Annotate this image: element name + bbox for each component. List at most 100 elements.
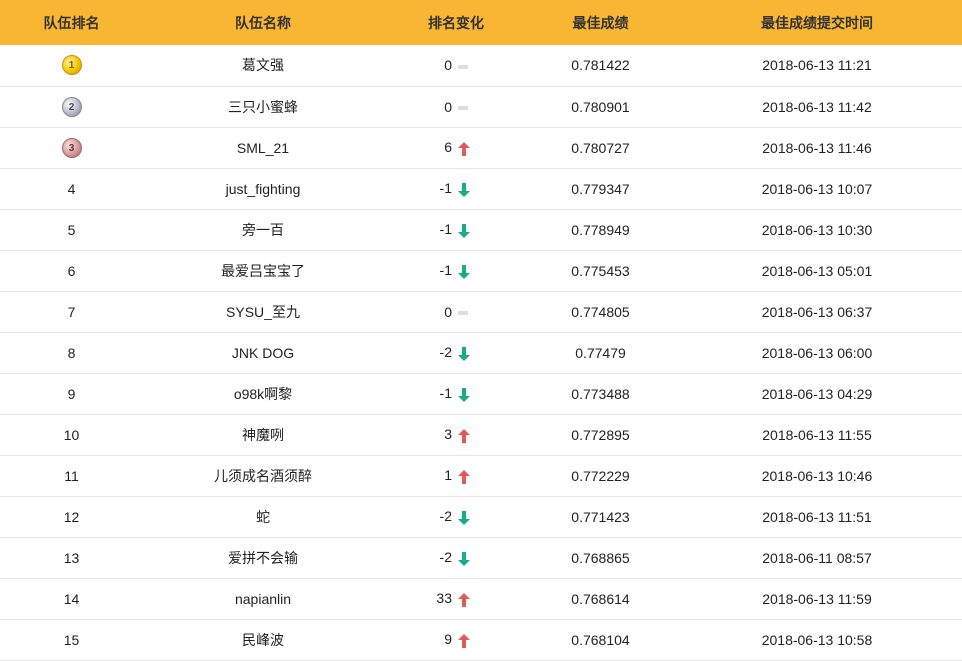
rank-change-cell: -2	[383, 496, 529, 537]
rank-change-cell: -2	[383, 537, 529, 578]
rank-number: 4	[67, 180, 76, 197]
submit-time: 2018-06-13 10:58	[761, 631, 873, 648]
rank-cell: 15	[0, 619, 143, 660]
submit-time-cell: 2018-06-13 11:42	[672, 86, 962, 127]
no-change-icon	[458, 310, 474, 316]
team-name-cell: just_fighting	[143, 168, 383, 209]
team-name: 葛文强	[242, 57, 284, 74]
rank-cell: 13	[0, 537, 143, 578]
rank-cell: 3	[0, 127, 143, 168]
best-score: 0.775453	[571, 262, 630, 279]
best-score-cell: 0.778949	[529, 209, 672, 250]
rank-change-value: 3	[444, 426, 452, 443]
rank-change-cell: 0	[383, 291, 529, 332]
rank-cell: 6	[0, 250, 143, 291]
submit-time-cell: 2018-06-13 05:01	[672, 250, 962, 291]
submit-time: 2018-06-13 11:59	[762, 590, 872, 607]
submit-time: 2018-06-13 04:29	[761, 385, 873, 402]
table-row: 6 最爱吕宝宝了 -1 0.775453 2018-06-13 05:01	[0, 250, 962, 291]
best-score-cell: 0.780727	[529, 127, 672, 168]
header-submit-time[interactable]: 最佳成绩提交时间	[672, 0, 962, 45]
submit-time-cell: 2018-06-13 04:29	[672, 373, 962, 414]
submit-time: 2018-06-11 08:57	[762, 549, 872, 566]
arrow-up-icon	[458, 469, 474, 484]
arrow-down-icon	[458, 551, 474, 566]
best-score: 0.772895	[571, 426, 630, 443]
submit-time: 2018-06-13 10:30	[761, 221, 873, 238]
team-name: SYSU_至九	[226, 303, 300, 320]
submit-time-cell: 2018-06-13 11:21	[672, 45, 962, 86]
team-name-cell: 旁一百	[143, 209, 383, 250]
no-change-icon	[458, 64, 474, 70]
submit-time-cell: 2018-06-13 10:46	[672, 455, 962, 496]
table-row: 9 o98k啊黎 -1 0.773488 2018-06-13 04:29	[0, 373, 962, 414]
rank-number: 13	[63, 549, 80, 566]
team-name: 旁一百	[242, 221, 284, 238]
rank-change-cell: 33	[383, 578, 529, 619]
header-change[interactable]: 排名变化	[383, 0, 529, 45]
rank-change-value: -2	[439, 508, 452, 525]
submit-time: 2018-06-13 11:46	[762, 139, 872, 156]
rank-number: 7	[67, 303, 76, 320]
team-name: SML_21	[236, 139, 290, 156]
rank-change: 33	[428, 590, 484, 607]
best-score: 0.768614	[571, 590, 630, 607]
best-score-cell: 0.772895	[529, 414, 672, 455]
team-name: 神魔咧	[242, 426, 284, 443]
rank-change: -2	[428, 508, 484, 525]
best-score: 0.778949	[571, 221, 630, 238]
rank-change: 9	[428, 631, 484, 648]
rank-change-value: 0	[444, 57, 452, 74]
rank-change-value: 1	[444, 467, 452, 484]
header-team[interactable]: 队伍名称	[143, 0, 383, 45]
submit-time-cell: 2018-06-11 08:57	[672, 537, 962, 578]
table-row: 2 三只小蜜蜂 0 0.780901 2018-06-13 11:42	[0, 86, 962, 127]
team-name-cell: 神魔咧	[143, 414, 383, 455]
best-score-cell: 0.774805	[529, 291, 672, 332]
header-rank[interactable]: 队伍排名	[0, 0, 143, 45]
best-score: 0.781422	[571, 57, 630, 74]
team-name: just_fighting	[225, 180, 301, 197]
rank-change: -2	[428, 549, 484, 566]
table-row: 12 蛇 -2 0.771423 2018-06-13 11:51	[0, 496, 962, 537]
rank-change-value: -1	[439, 180, 452, 197]
rank-cell: 9	[0, 373, 143, 414]
rank-change-value: -2	[439, 549, 452, 566]
submit-time-cell: 2018-06-13 10:58	[672, 619, 962, 660]
rank-change-value: -1	[439, 385, 452, 402]
team-name: o98k啊黎	[233, 385, 293, 402]
rank-change: 0	[428, 99, 484, 115]
rank-number: 15	[63, 631, 80, 648]
submit-time-cell: 2018-06-13 11:55	[672, 414, 962, 455]
submit-time-cell: 2018-06-13 10:07	[672, 168, 962, 209]
best-score-cell: 0.781422	[529, 45, 672, 86]
rank-change-cell: 1	[383, 455, 529, 496]
team-name: 爱拼不会输	[228, 549, 298, 566]
rank-change-cell: 6	[383, 127, 529, 168]
table-row: 14 napianlin 33 0.768614 2018-06-13 11:5…	[0, 578, 962, 619]
table-header: 队伍排名 队伍名称 排名变化 最佳成绩 最佳成绩提交时间	[0, 0, 962, 45]
rank-change-cell: -1	[383, 209, 529, 250]
table-row: 7 SYSU_至九 0 0.774805 2018-06-13 06:37	[0, 291, 962, 332]
best-score-cell: 0.771423	[529, 496, 672, 537]
team-name-cell: SYSU_至九	[143, 291, 383, 332]
rank-change-cell: 3	[383, 414, 529, 455]
rank-cell: 11	[0, 455, 143, 496]
header-best-score[interactable]: 最佳成绩	[529, 0, 672, 45]
best-score-cell: 0.768104	[529, 619, 672, 660]
best-score-cell: 0.77479	[529, 332, 672, 373]
rank-cell: 8	[0, 332, 143, 373]
team-name-cell: SML_21	[143, 127, 383, 168]
team-name: JNK DOG	[231, 344, 295, 361]
table-row: 4 just_fighting -1 0.779347 2018-06-13 1…	[0, 168, 962, 209]
rank-change-cell: -1	[383, 168, 529, 209]
team-name: napianlin	[234, 590, 292, 607]
submit-time-cell: 2018-06-13 06:37	[672, 291, 962, 332]
team-name-cell: 儿须成名酒须醉	[143, 455, 383, 496]
rank-change-value: -1	[439, 221, 452, 238]
rank-cell: 10	[0, 414, 143, 455]
team-name-cell: napianlin	[143, 578, 383, 619]
team-name-cell: JNK DOG	[143, 332, 383, 373]
rank-change-value: -1	[439, 262, 452, 279]
table-row: 10 神魔咧 3 0.772895 2018-06-13 11:55	[0, 414, 962, 455]
